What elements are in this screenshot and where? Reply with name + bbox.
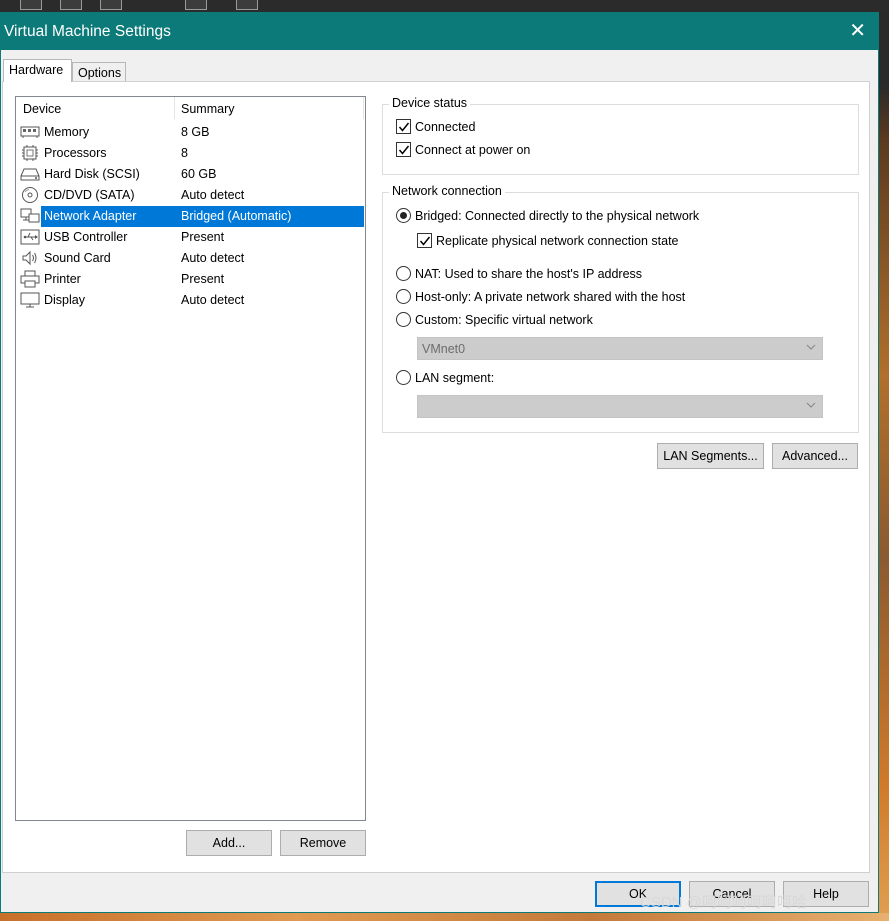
checkbox-box xyxy=(396,142,411,157)
toolbar-button[interactable] xyxy=(100,0,122,10)
device-row-usb-controller[interactable]: USB Controller Present xyxy=(16,227,365,248)
network-adapter-icon xyxy=(20,208,40,223)
checkmark-icon xyxy=(398,122,410,132)
processor-icon xyxy=(22,145,38,161)
host-only-label: Host-only: A private network shared with… xyxy=(415,289,686,304)
memory-icon xyxy=(20,126,40,138)
device-name: USB Controller xyxy=(44,230,128,244)
column-separator xyxy=(174,97,175,119)
lan-segments-button[interactable]: LAN Segments... xyxy=(657,443,764,469)
device-name: Sound Card xyxy=(44,251,111,265)
device-list[interactable]: Device Summary Memory 8 GB Processors 8 … xyxy=(15,96,366,821)
device-summary: Auto detect xyxy=(181,188,245,202)
settings-dialog: Virtual Machine Settings ✕ Hardware Opti… xyxy=(0,12,879,913)
close-icon[interactable]: ✕ xyxy=(849,21,866,41)
speaker-icon xyxy=(22,250,37,266)
watermark-text: CSDN @呵呵呵呵呵呵哈 xyxy=(640,894,807,911)
device-name: Processors xyxy=(44,146,107,160)
desktop-background-bottom xyxy=(0,913,889,921)
bridged-radio[interactable]: Bridged: Connected directly to the physi… xyxy=(396,208,699,223)
toolbar-button[interactable] xyxy=(185,0,207,10)
printer-icon xyxy=(20,270,40,288)
custom-network-value: VMnet0 xyxy=(422,342,466,356)
device-status-group: Device status Connected Connect at power… xyxy=(382,96,859,175)
device-summary: 60 GB xyxy=(181,167,217,181)
cd-dvd-icon xyxy=(22,187,38,203)
radio-unselected xyxy=(396,312,411,327)
device-row-printer[interactable]: Printer Present xyxy=(16,269,365,290)
lan-segment-label: LAN segment: xyxy=(415,370,495,385)
network-connection-group: Network connection Bridged: Connected di… xyxy=(382,184,859,433)
tab-hardware[interactable]: Hardware xyxy=(3,59,72,82)
nat-label: NAT: Used to share the host's IP address xyxy=(415,266,643,281)
column-header-summary[interactable]: Summary xyxy=(181,102,234,116)
chevron-down-icon xyxy=(806,402,816,408)
replicate-state-checkbox[interactable]: Replicate physical network connection st… xyxy=(417,233,679,248)
connect-at-power-on-label: Connect at power on xyxy=(415,142,531,157)
lan-segment-radio[interactable]: LAN segment: xyxy=(396,370,494,385)
toolbar-button[interactable] xyxy=(236,0,258,10)
network-connection-title: Network connection xyxy=(389,184,505,198)
host-only-radio[interactable]: Host-only: A private network shared with… xyxy=(396,289,685,304)
device-name: Memory xyxy=(44,125,90,139)
device-name: Display xyxy=(44,293,85,307)
column-separator xyxy=(363,97,364,119)
radio-unselected xyxy=(396,266,411,281)
add-device-button[interactable]: Add... xyxy=(186,830,272,856)
advanced-button[interactable]: Advanced... xyxy=(772,443,858,469)
custom-radio[interactable]: Custom: Specific virtual network xyxy=(396,312,593,327)
lan-segment-dropdown[interactable] xyxy=(417,395,823,418)
device-summary: Auto detect xyxy=(181,293,245,307)
custom-network-dropdown[interactable]: VMnet0 xyxy=(417,337,823,360)
custom-label: Custom: Specific virtual network xyxy=(415,312,593,327)
checkmark-icon xyxy=(398,145,410,155)
nat-radio[interactable]: NAT: Used to share the host's IP address xyxy=(396,266,642,281)
checkbox-box xyxy=(417,233,432,248)
replicate-state-label: Replicate physical network connection st… xyxy=(436,233,679,248)
device-row-network-adapter[interactable]: Network Adapter Bridged (Automatic) xyxy=(16,206,365,227)
connected-label: Connected xyxy=(415,119,476,134)
device-status-title: Device status xyxy=(389,96,471,110)
usb-icon xyxy=(20,229,40,245)
checkmark-icon xyxy=(419,236,431,246)
radio-unselected xyxy=(396,289,411,304)
device-name: Network Adapter xyxy=(44,209,137,223)
device-summary: 8 xyxy=(181,146,188,160)
device-summary: Auto detect xyxy=(181,251,245,265)
connected-checkbox[interactable]: Connected xyxy=(396,119,475,134)
display-icon xyxy=(20,292,40,308)
bridged-label: Bridged: Connected directly to the physi… xyxy=(415,208,700,223)
device-row-hard-disk[interactable]: Hard Disk (SCSI) 60 GB xyxy=(16,164,365,185)
device-summary: Present xyxy=(181,230,225,244)
radio-unselected xyxy=(396,370,411,385)
device-name: Printer xyxy=(44,272,81,286)
chevron-down-icon xyxy=(806,344,816,350)
device-summary: 8 GB xyxy=(181,125,210,139)
device-summary: Bridged (Automatic) xyxy=(181,209,292,223)
desktop-toolbar-strip xyxy=(0,0,889,12)
window-title: Virtual Machine Settings xyxy=(4,23,171,40)
checkbox-box xyxy=(396,119,411,134)
desktop-background xyxy=(879,12,889,921)
hardware-panel: Device Summary Memory 8 GB Processors 8 … xyxy=(2,81,870,873)
device-row-processors[interactable]: Processors 8 xyxy=(16,143,365,164)
device-list-header: Device Summary xyxy=(16,97,365,119)
device-name: CD/DVD (SATA) xyxy=(44,188,135,202)
toolbar-button[interactable] xyxy=(60,0,82,10)
connect-at-power-on-checkbox[interactable]: Connect at power on xyxy=(396,142,530,157)
device-summary: Present xyxy=(181,272,225,286)
device-row-memory[interactable]: Memory 8 GB xyxy=(16,122,365,143)
column-header-device[interactable]: Device xyxy=(23,102,61,116)
remove-device-button[interactable]: Remove xyxy=(280,830,366,856)
hard-disk-icon xyxy=(20,168,40,181)
title-bar[interactable]: Virtual Machine Settings ✕ xyxy=(1,13,878,50)
radio-selected xyxy=(396,208,411,223)
device-row-display[interactable]: Display Auto detect xyxy=(16,290,365,311)
device-name: Hard Disk (SCSI) xyxy=(44,167,140,181)
tab-options[interactable]: Options xyxy=(72,62,126,82)
device-row-cd-dvd[interactable]: CD/DVD (SATA) Auto detect xyxy=(16,185,365,206)
device-row-sound-card[interactable]: Sound Card Auto detect xyxy=(16,248,365,269)
toolbar-button[interactable] xyxy=(20,0,42,10)
